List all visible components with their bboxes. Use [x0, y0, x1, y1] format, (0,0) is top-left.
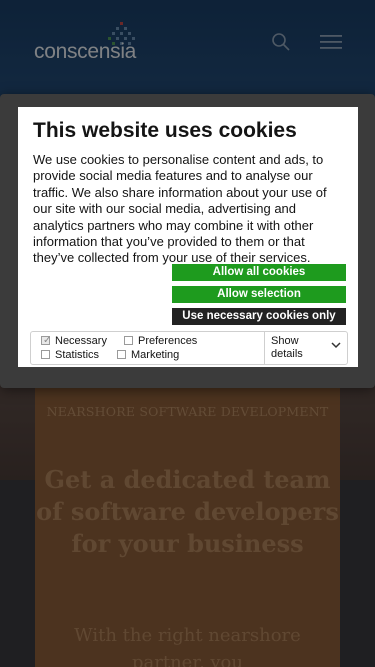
necessary-checkbox[interactable]: ✓ [41, 335, 52, 346]
use-necessary-cookies-button[interactable]: Use necessary cookies only [172, 308, 346, 325]
necessary-label: Necessary [55, 335, 107, 347]
cookie-dialog-body: We use cookies to personalise content an… [33, 152, 327, 266]
show-details-link[interactable]: Show details [271, 335, 323, 361]
marketing-checkbox[interactable] [117, 350, 126, 359]
cookie-dialog-title: This website uses cookies [33, 119, 297, 142]
checkmark-icon: ✓ [43, 335, 52, 346]
cookie-dialog-content: This website uses cookies We use cookies… [18, 107, 358, 367]
cookie-consent-dialog: This website uses cookies We use cookies… [0, 94, 375, 388]
preferences-divider [264, 332, 265, 364]
allow-all-cookies-button[interactable]: Allow all cookies [172, 264, 346, 281]
preferences-label: Preferences [138, 335, 198, 347]
statistics-checkbox[interactable] [41, 350, 50, 359]
statistics-label: Statistics [55, 349, 100, 361]
chevron-down-icon[interactable] [331, 341, 341, 349]
preferences-checkbox[interactable] [124, 336, 133, 345]
allow-selection-button[interactable]: Allow selection [172, 286, 346, 303]
cookie-preferences-panel: ✓ Necessary Preferences Statistics Marke… [30, 331, 348, 365]
marketing-label: Marketing [131, 349, 180, 361]
